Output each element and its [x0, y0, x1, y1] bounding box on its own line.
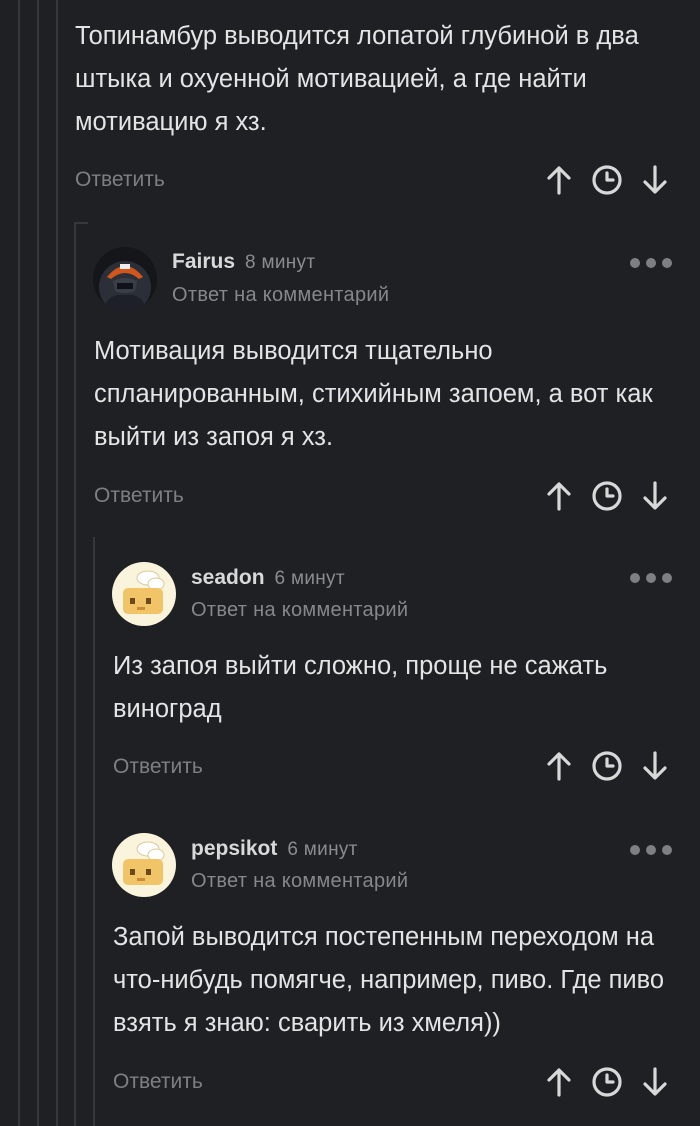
avatar[interactable] [112, 562, 176, 626]
clock-icon[interactable] [590, 163, 624, 197]
comment-actions [542, 749, 672, 783]
comment-header: seadon 6 минут [191, 566, 345, 590]
reply-to-link[interactable]: Ответ на комментарий [191, 599, 408, 622]
more-dots-icon[interactable] [630, 845, 672, 855]
comment-text: Топинамбур выводится лопатой глубиной в … [75, 22, 639, 136]
more-dots-icon[interactable] [630, 573, 672, 583]
comment-actions [542, 1065, 672, 1099]
arrow-down-icon[interactable] [638, 749, 672, 783]
thread-line [18, 0, 20, 1126]
more-dots-icon[interactable] [630, 258, 672, 268]
thread-line [37, 0, 39, 1126]
reply-to-link[interactable]: Ответ на комментарий [191, 870, 408, 893]
avatar[interactable] [93, 247, 157, 311]
clock-icon[interactable] [590, 749, 624, 783]
comment-header: Fairus 8 минут [172, 250, 315, 274]
comment-time[interactable]: 8 минут [245, 252, 315, 274]
reply-button[interactable]: Ответить [113, 755, 203, 779]
comment-header: pepsikot 6 минут [191, 837, 358, 861]
arrow-up-icon[interactable] [542, 749, 576, 783]
author-name[interactable]: Fairus [172, 250, 235, 274]
arrow-up-icon[interactable] [542, 163, 576, 197]
arrow-down-icon[interactable] [638, 479, 672, 513]
comment-text: Мотивация выводится тщательно спланирова… [94, 337, 653, 451]
arrow-down-icon[interactable] [638, 163, 672, 197]
clock-icon[interactable] [590, 479, 624, 513]
thread-connector [74, 222, 88, 224]
comment-actions [542, 163, 672, 197]
reply-button[interactable]: Ответить [75, 168, 165, 192]
clock-icon[interactable] [590, 1065, 624, 1099]
thread-line [56, 0, 58, 1126]
comment-text: Из запоя выйти сложно, проще не сажать в… [113, 652, 608, 723]
thread-line [74, 222, 76, 1126]
comment-time[interactable]: 6 минут [275, 568, 345, 590]
author-name[interactable]: seadon [191, 566, 265, 590]
reply-button[interactable]: Ответить [113, 1070, 203, 1094]
reply-to-link[interactable]: Ответ на комментарий [172, 284, 389, 307]
arrow-up-icon[interactable] [542, 479, 576, 513]
comment-text: Запой выводится постепенным переходом на… [113, 923, 665, 1037]
arrow-up-icon[interactable] [542, 1065, 576, 1099]
thread-line [93, 537, 95, 1126]
avatar[interactable] [112, 833, 176, 897]
reply-button[interactable]: Ответить [94, 484, 184, 508]
arrow-down-icon[interactable] [638, 1065, 672, 1099]
comment-time[interactable]: 6 минут [287, 839, 357, 861]
author-name[interactable]: pepsikot [191, 837, 277, 861]
comment-actions [542, 479, 672, 513]
